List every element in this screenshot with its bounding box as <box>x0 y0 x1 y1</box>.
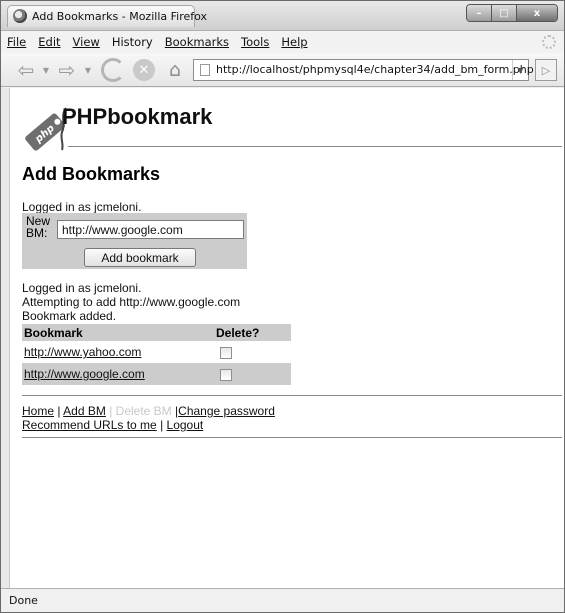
forward-arrow-icon: ⇨ <box>58 58 76 82</box>
firefox-icon <box>13 9 27 23</box>
page-content: php PHPbookmark Add Bookmarks Logged in … <box>10 88 564 588</box>
chevron-down-icon: ▼ <box>517 65 524 75</box>
back-history-dropdown[interactable]: ▼ <box>41 59 51 81</box>
site-brand: PHPbookmark <box>62 104 213 129</box>
add-bookmark-button[interactable]: Add bookmark <box>84 248 196 267</box>
menu-history[interactable]: History <box>112 35 153 49</box>
window-controls: – □ x <box>466 4 558 22</box>
status-text: Done <box>9 594 38 607</box>
page-title: Add Bookmarks <box>22 164 161 184</box>
go-arrow-icon: ▷ <box>541 63 551 77</box>
stop-button[interactable]: ✕ <box>133 59 155 81</box>
close-button[interactable]: x <box>517 5 557 21</box>
sidebar-edge <box>1 88 10 588</box>
add-bm-link[interactable]: Add BM <box>63 404 106 418</box>
table-header-row: Bookmark Delete? <box>22 324 291 341</box>
footer-nav-row-1: Home | Add BM | Delete BM |Change passwo… <box>22 404 275 418</box>
attempt-message: Attempting to add http://www.google.com <box>22 295 241 309</box>
delete-column-header: Delete? <box>214 324 291 341</box>
back-button[interactable]: ⇦ <box>13 58 39 82</box>
link-separator: | <box>160 418 164 432</box>
delete-cell <box>214 341 291 363</box>
link-separator: | <box>109 404 113 418</box>
minimize-button[interactable]: – <box>467 5 492 21</box>
activity-throbber-icon <box>542 35 556 49</box>
delete-cell <box>214 363 291 385</box>
bookmark-column-header: Bookmark <box>22 324 214 341</box>
added-message: Bookmark added. <box>22 309 117 323</box>
menu-bar: File Edit View History Bookmarks Tools H… <box>1 31 564 53</box>
delete-checkbox[interactable] <box>220 368 232 381</box>
home-link[interactable]: Home <box>22 404 54 418</box>
page-icon <box>200 64 210 76</box>
bookmark-link[interactable]: http://www.google.com <box>24 367 145 381</box>
browser-window: Add Bookmarks - Mozilla Firefox – □ x Fi… <box>0 0 565 613</box>
bookmark-link[interactable]: http://www.yahoo.com <box>24 345 141 359</box>
home-icon: ⌂ <box>168 59 182 81</box>
logout-link[interactable]: Logout <box>167 418 204 432</box>
menu-view-label: View <box>72 35 100 49</box>
new-bm-label: New BM: <box>26 214 51 240</box>
stop-icon: ✕ <box>138 62 150 78</box>
bookmark-cell: http://www.yahoo.com <box>22 341 214 363</box>
table-row: http://www.google.com <box>22 363 291 385</box>
footer-bottom-divider <box>22 437 562 438</box>
menu-file-label: File <box>7 35 27 49</box>
logged-in-message: Logged in as jcmeloni. <box>22 281 142 295</box>
recommend-urls-link[interactable]: Recommend URLs to me <box>22 418 157 432</box>
chevron-down-icon: ▼ <box>84 65 92 75</box>
chevron-down-icon: ▼ <box>42 65 50 75</box>
footer-top-divider <box>22 395 562 396</box>
bookmark-table: Bookmark Delete? http://www.yahoo.com ht… <box>22 324 291 385</box>
header-divider <box>68 146 562 147</box>
go-button[interactable]: ▷ <box>535 59 557 81</box>
menu-bookmarks-label: Bookmarks <box>164 35 229 49</box>
forward-button[interactable]: ⇨ <box>55 58 79 82</box>
bookmark-cell: http://www.google.com <box>22 363 214 385</box>
table-row: http://www.yahoo.com <box>22 341 291 363</box>
reload-button[interactable] <box>101 58 125 82</box>
menu-tools[interactable]: Tools <box>241 35 269 49</box>
url-dropdown-button[interactable]: ▼ <box>512 60 528 80</box>
title-tab: Add Bookmarks - Mozilla Firefox <box>7 5 207 27</box>
window-title: Add Bookmarks - Mozilla Firefox <box>32 10 208 23</box>
forward-history-dropdown[interactable]: ▼ <box>83 59 93 81</box>
back-arrow-icon: ⇦ <box>17 58 35 82</box>
menu-file[interactable]: File <box>7 35 26 49</box>
menu-view[interactable]: View <box>73 35 100 49</box>
delete-checkbox[interactable] <box>220 346 232 359</box>
link-separator: | <box>57 404 61 418</box>
logged-in-label: Logged in as jcmeloni. <box>22 200 142 214</box>
menu-tools-label: Tools <box>241 35 270 49</box>
navigation-toolbar: ⇦ ▼ ⇨ ▼ ✕ ⌂ http://localhost/phpmysql4e/… <box>1 53 564 87</box>
maximize-button[interactable]: □ <box>492 5 517 21</box>
delete-bm-link: Delete BM <box>115 404 172 418</box>
footer-nav-row-2: Recommend URLs to me | Logout <box>22 418 203 432</box>
menu-bookmarks[interactable]: Bookmarks <box>165 35 229 49</box>
menu-help[interactable]: Help <box>281 35 307 49</box>
menu-help-label: Help <box>281 35 308 49</box>
menu-edit-label: Edit <box>38 35 61 49</box>
status-bar: Done <box>1 588 564 612</box>
url-text[interactable]: http://localhost/phpmysql4e/chapter34/ad… <box>216 63 534 76</box>
title-bar: Add Bookmarks - Mozilla Firefox – □ x <box>1 1 564 31</box>
add-bookmark-form: New BM: Add bookmark <box>22 213 247 269</box>
new-bm-input[interactable] <box>57 220 244 239</box>
url-bar[interactable]: http://localhost/phpmysql4e/chapter34/ad… <box>193 59 534 81</box>
menu-edit[interactable]: Edit <box>38 35 60 49</box>
change-password-link[interactable]: Change password <box>178 404 275 418</box>
home-button[interactable]: ⌂ <box>163 59 187 81</box>
